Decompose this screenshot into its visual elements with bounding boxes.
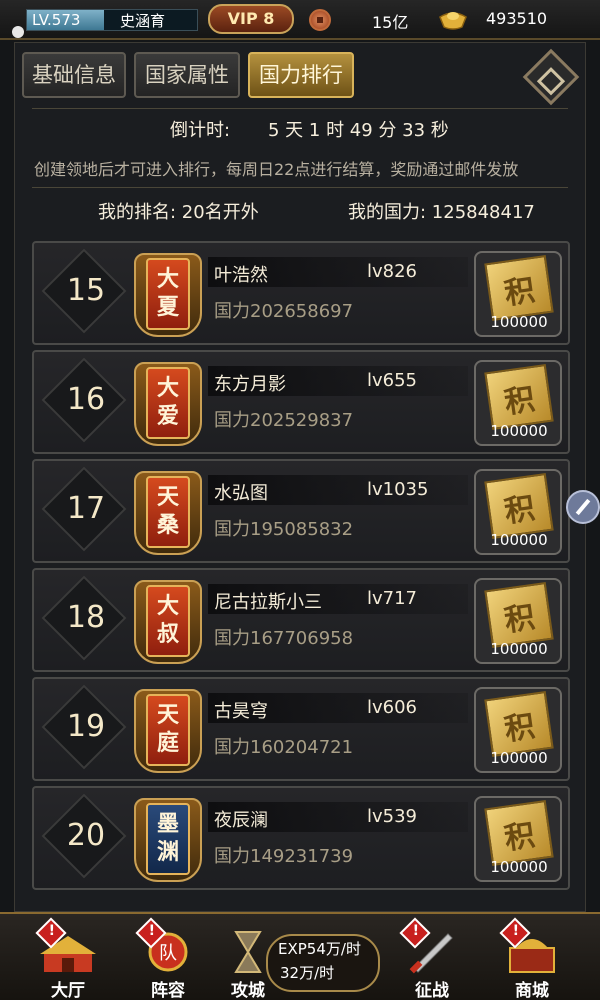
player-name: 史涵育 [120, 12, 166, 30]
nav-shop-label: 商城 [515, 981, 549, 1000]
exp-rate: EXP54万/时 [278, 940, 361, 958]
copper-coin-icon [309, 9, 331, 31]
rank-number: 15 [66, 273, 106, 308]
nav-campaign[interactable]: ! 征战 [382, 914, 482, 1000]
level-text: LV.573 [32, 11, 81, 29]
reward-quantity: 100000 [490, 640, 548, 658]
badge-char-top: 大 [156, 267, 179, 292]
reward-item[interactable]: 积 100000 [474, 796, 562, 882]
rank-number: 19 [66, 709, 106, 744]
nav-campaign-label: 征战 [415, 981, 449, 1000]
ingot-amount: 493510 [486, 9, 548, 28]
rank-number: 18 [66, 600, 106, 635]
points-scroll-icon: 积 [484, 472, 554, 540]
player-power: 国力195085832 [214, 519, 354, 540]
svg-text:队: 队 [159, 943, 177, 964]
player-power: 国力167706958 [214, 628, 354, 649]
ranking-row[interactable]: 16 大 爱 东方月影 lv655 国力202529837 积 100000 [32, 350, 570, 454]
player-level: lv826 [367, 261, 418, 282]
country-badge-icon: 大 爱 [130, 356, 206, 450]
bottom-nav: ! 大厅 队 ! 阵容 攻城 EXP54万/时 32万/时 ! 征战 ! 商城 [0, 912, 600, 1000]
points-scroll-icon: 积 [484, 254, 554, 322]
coin-amount: 15亿 [372, 13, 409, 32]
ranking-row[interactable]: 15 大 夏 叶浩然 lv826 国力202658697 积 100000 [32, 241, 570, 345]
tab-basic-info[interactable]: 基础信息 [22, 52, 126, 98]
points-scroll-icon: 积 [484, 799, 554, 867]
badge-char-bottom: 爱 [156, 404, 179, 429]
country-badge-icon: 墨 渊 [130, 792, 206, 886]
rank-number: 20 [66, 818, 106, 853]
status-dot [12, 26, 24, 38]
player-name: 东方月影 [214, 374, 286, 395]
player-level: lv606 [367, 697, 418, 718]
ranking-notice: 创建领地后才可进入排行，每周日22点进行结算，奖励通过邮件发放 [34, 160, 519, 179]
points-scroll-icon: 积 [484, 690, 554, 758]
badge-char-bottom: 庭 [156, 731, 179, 756]
reward-item[interactable]: 积 100000 [474, 251, 562, 337]
badge-char-top: 天 [156, 485, 179, 510]
nav-hall-label: 大厅 [51, 981, 85, 1000]
coin-rate: 32万/时 [280, 964, 335, 982]
reward-quantity: 100000 [490, 422, 548, 440]
player-power: 国力160204721 [214, 737, 354, 758]
player-name: 尼古拉斯小三 [214, 592, 322, 613]
player-level: lv655 [367, 370, 418, 391]
reward-quantity: 100000 [490, 313, 548, 331]
rank-number: 17 [66, 491, 106, 526]
player-level: lv717 [367, 588, 418, 609]
my-rank: 我的排名: 20名开外 [98, 202, 259, 223]
player-power: 国力149231739 [214, 846, 354, 867]
ranking-row[interactable]: 19 天 庭 古昊穹 lv606 国力160204721 积 100000 [32, 677, 570, 781]
badge-char-bottom: 叔 [156, 622, 179, 647]
badge-char-bottom: 夏 [156, 295, 179, 320]
badge-char-top: 大 [156, 594, 179, 619]
badge-char-bottom: 渊 [156, 840, 179, 865]
player-name: 古昊穹 [214, 701, 268, 722]
reward-item[interactable]: 积 100000 [474, 360, 562, 446]
reward-item[interactable]: 积 100000 [474, 687, 562, 773]
ranking-row[interactable]: 20 墨 渊 夜辰澜 lv539 国力149231739 积 100000 [32, 786, 570, 890]
vip-badge[interactable]: VIP 8 [208, 4, 294, 34]
reward-quantity: 100000 [490, 749, 548, 767]
top-status-bar: LV.573 史涵育 VIP 8 15亿 493510 [0, 0, 600, 40]
player-level: lv539 [367, 806, 418, 827]
badge-char-top: 墨 [156, 812, 179, 837]
points-scroll-icon: 积 [484, 581, 554, 649]
tab-power-ranking[interactable]: 国力排行 [248, 52, 354, 98]
player-power: 国力202529837 [214, 410, 354, 431]
badge-char-top: 天 [156, 703, 179, 728]
player-level: lv1035 [367, 479, 429, 500]
badge-char-top: 大 [156, 376, 179, 401]
level-bar: LV.573 [26, 9, 198, 31]
player-name: 夜辰澜 [214, 810, 268, 831]
badge-char-bottom: 桑 [156, 513, 179, 538]
points-scroll-icon: 积 [484, 363, 554, 431]
player-name: 叶浩然 [214, 265, 268, 286]
floating-edit-button[interactable] [566, 490, 600, 524]
nav-hall[interactable]: ! 大厅 [18, 914, 118, 1000]
player-power: 国力202658697 [214, 301, 354, 322]
country-badge-icon: 天 桑 [130, 465, 206, 559]
tab-country-attributes[interactable]: 国家属性 [134, 52, 240, 98]
countdown-label: 倒计时: [170, 120, 231, 141]
ranking-row[interactable]: 18 大 叔 尼古拉斯小三 lv717 国力167706958 积 100000 [32, 568, 570, 672]
country-badge-icon: 大 叔 [130, 574, 206, 668]
player-name: 水弘图 [214, 483, 268, 504]
ranking-row[interactable]: 17 天 桑 水弘图 lv1035 国力195085832 积 100000 [32, 459, 570, 563]
countdown-value: 5 天 1 时 49 分 33 秒 [268, 120, 449, 141]
reward-quantity: 100000 [490, 531, 548, 549]
rank-number: 16 [66, 382, 106, 417]
nav-shop[interactable]: ! 商城 [482, 914, 582, 1000]
reward-item[interactable]: 积 100000 [474, 578, 562, 664]
country-badge-icon: 天 庭 [130, 683, 206, 777]
country-badge-icon: 大 夏 [130, 247, 206, 341]
reward-quantity: 100000 [490, 858, 548, 876]
gold-ingot-icon [439, 12, 467, 30]
reward-item[interactable]: 积 100000 [474, 469, 562, 555]
my-power: 我的国力: 125848417 [348, 202, 535, 223]
